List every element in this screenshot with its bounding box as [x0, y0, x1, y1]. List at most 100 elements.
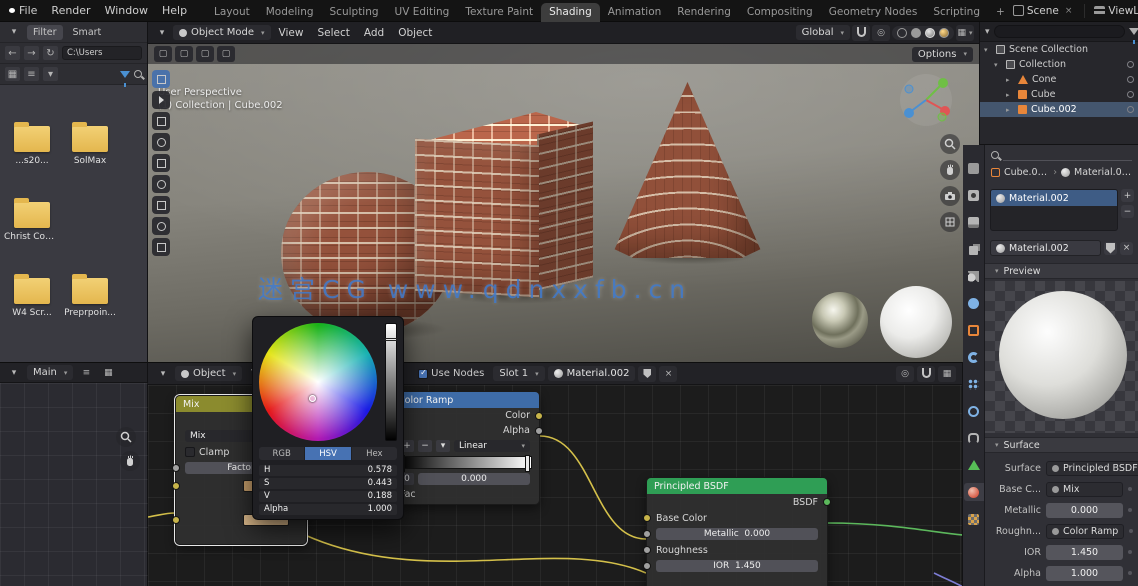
ior-slider[interactable]: IOR 1.450 — [656, 560, 818, 572]
visibility-icon[interactable] — [1127, 76, 1134, 83]
measure-tool[interactable] — [152, 217, 170, 235]
workspace-tab-modeling[interactable]: Modeling — [258, 3, 322, 22]
tool-icon-2[interactable]: ▢ — [175, 46, 193, 62]
scene-unlink-icon[interactable]: × — [1062, 6, 1076, 16]
menu-add[interactable]: Add — [358, 25, 390, 41]
surface-section-header[interactable]: ▾ Surface — [985, 437, 1138, 453]
breadcrumb-object[interactable]: Cube.002 — [1004, 167, 1049, 178]
output-socket[interactable] — [823, 498, 831, 506]
scene-selector[interactable]: Scene — [1027, 5, 1059, 17]
fake-user-shield-icon[interactable] — [1104, 242, 1117, 255]
visibility-icon[interactable] — [1127, 106, 1134, 113]
input-socket[interactable] — [172, 464, 180, 472]
value-slider[interactable] — [385, 323, 397, 441]
folder-item[interactable]: Preprpoin... — [62, 278, 118, 318]
folder-item[interactable]: W4 Scr... — [4, 278, 60, 318]
base-color-link-button[interactable]: Mix — [1046, 482, 1123, 497]
properties-tab-output[interactable] — [964, 213, 984, 231]
tool-icon-1[interactable]: ▢ — [154, 46, 172, 62]
refresh-icon[interactable]: ↻ — [43, 46, 58, 60]
viewport-canvas[interactable] — [148, 22, 979, 362]
animate-dot[interactable] — [1129, 529, 1133, 533]
overlays-icon[interactable]: ▦ — [938, 366, 956, 382]
expand-icon[interactable]: ▾ — [984, 46, 992, 54]
rotate-tool[interactable] — [152, 133, 170, 151]
path-field[interactable]: C:\Users — [62, 46, 142, 60]
visibility-icon[interactable] — [1127, 61, 1134, 68]
fb-tab-smart[interactable]: Smart — [67, 25, 108, 40]
saturation-slider[interactable]: S 0.443 — [259, 478, 397, 489]
alpha-slider[interactable]: Alpha 1.000 — [259, 504, 397, 515]
clamp-checkbox[interactable] — [185, 447, 195, 457]
properties-tab-object[interactable] — [964, 321, 984, 339]
brick-cube-object-side-face[interactable] — [537, 122, 593, 291]
list-view-icon[interactable]: ≡ — [24, 67, 39, 81]
outliner-item-collection[interactable]: ▾ Collection — [980, 57, 1138, 72]
select-box-tool[interactable] — [152, 70, 170, 88]
pan-hand-icon[interactable] — [120, 451, 140, 471]
overlays-dropdown-icon[interactable]: ▦▾ — [956, 25, 974, 41]
shader-type-dropdown[interactable]: Object▾ — [175, 366, 242, 381]
annotate-tool[interactable] — [152, 196, 170, 214]
unlink-material-icon[interactable]: × — [659, 366, 677, 382]
menu-object[interactable]: Object — [392, 25, 438, 41]
ramp-options-dropdown[interactable]: ▾ — [436, 440, 450, 452]
properties-tab-tool[interactable] — [964, 159, 984, 177]
animate-dot[interactable] — [1128, 487, 1132, 491]
workspace-tab-sculpting[interactable]: Sculpting — [322, 3, 387, 22]
unlink-material-icon[interactable]: × — [1120, 242, 1133, 255]
thumbnail-view-icon[interactable]: ▦ — [5, 67, 20, 81]
properties-tab-particles[interactable] — [964, 375, 984, 393]
color-ramp-gradient[interactable] — [398, 456, 532, 469]
remove-stop-button[interactable]: − — [418, 440, 432, 452]
rendered-shading-icon[interactable] — [939, 28, 949, 38]
brick-cone-object[interactable] — [610, 82, 765, 258]
breadcrumb-material[interactable]: Material.002 — [1074, 167, 1132, 178]
material-preview-shading-icon[interactable] — [925, 28, 935, 38]
ortho-toggle-icon[interactable] — [940, 212, 960, 232]
workspace-tab-animation[interactable]: Animation — [600, 3, 670, 22]
input-socket[interactable] — [643, 562, 651, 570]
outliner-search-input[interactable] — [994, 25, 1125, 38]
tool-icon-3[interactable]: ▢ — [196, 46, 214, 62]
material-selector[interactable]: Material.002 — [548, 366, 636, 381]
hue-slider[interactable]: H 0.578 — [259, 465, 397, 476]
surface-shader-button[interactable]: Principled BSDF — [1046, 461, 1138, 476]
properties-tab-scene[interactable] — [964, 267, 984, 285]
properties-tab-material[interactable] — [964, 483, 984, 501]
material-name-field[interactable]: Material.002 — [990, 240, 1101, 256]
workspace-tab-scripting[interactable]: Scripting — [925, 3, 988, 22]
workspace-tab-uv-editing[interactable]: UV Editing — [387, 3, 458, 22]
search-icon[interactable] — [991, 151, 999, 159]
animate-dot[interactable] — [1128, 550, 1132, 554]
color-wheel[interactable] — [259, 323, 377, 441]
add-slot-button[interactable]: + — [1121, 189, 1134, 202]
editor-type-icon[interactable]: ▾ — [5, 24, 23, 40]
proportional-editing-icon[interactable]: ◎ — [872, 25, 890, 41]
node-principled-bsdf[interactable]: Principled BSDF BSDF Base Color Metallic… — [646, 477, 828, 586]
pan-hand-icon[interactable] — [940, 160, 960, 180]
remove-slot-button[interactable]: − — [1121, 205, 1134, 218]
tab-hsv[interactable]: HSV — [305, 447, 350, 460]
metallic-slider[interactable]: 0.000 — [1046, 503, 1123, 518]
workspace-tab-texture-paint[interactable]: Texture Paint — [457, 3, 541, 22]
snap-magnet-icon[interactable] — [917, 366, 935, 382]
input-socket[interactable] — [643, 514, 651, 522]
outliner-filter-icon[interactable] — [1129, 28, 1138, 35]
properties-tab-modifiers[interactable] — [964, 348, 984, 366]
wireframe-shading-icon[interactable] — [897, 28, 907, 38]
color-wheel-cursor[interactable] — [309, 395, 316, 402]
move-tool[interactable] — [152, 112, 170, 130]
animate-dot[interactable] — [1128, 508, 1132, 512]
camera-view-icon[interactable] — [940, 186, 960, 206]
editor-type-icon[interactable]: ▾ — [5, 365, 23, 381]
expand-icon[interactable]: ▸ — [1006, 76, 1014, 84]
properties-search-input[interactable] — [1003, 149, 1132, 161]
visibility-icon[interactable] — [1127, 91, 1134, 98]
zoom-icon[interactable] — [940, 134, 960, 154]
workspace-tab-layout[interactable]: Layout — [206, 3, 258, 22]
input-socket[interactable] — [172, 482, 180, 490]
options-dropdown[interactable]: Options▾ — [912, 47, 973, 62]
bottom-left-canvas[interactable] — [0, 383, 148, 586]
folder-item[interactable]: SolMax — [62, 126, 118, 166]
